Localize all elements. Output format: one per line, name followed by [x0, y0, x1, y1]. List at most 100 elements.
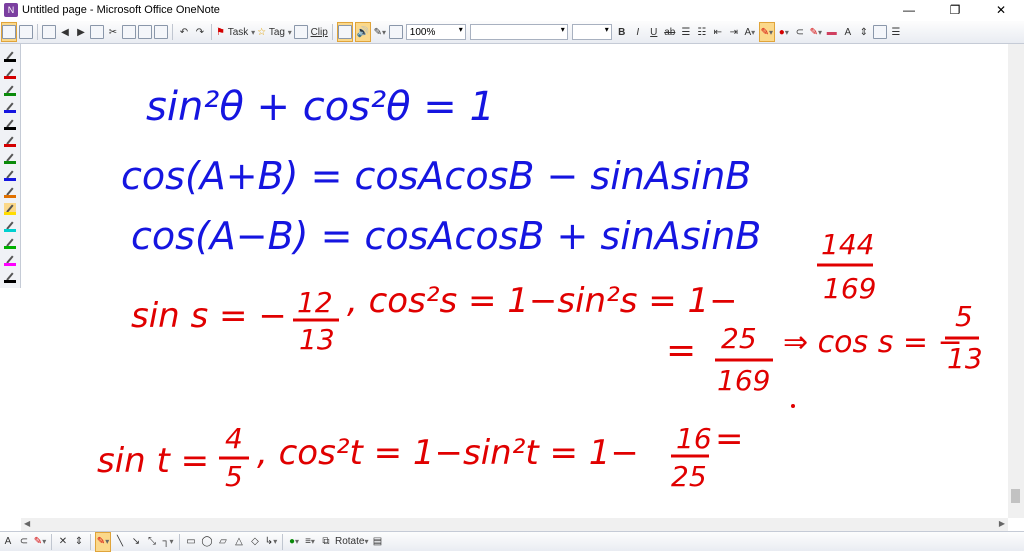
main-toolbar: ◀ ▶ ✂ ↶ ↷ ⚑ Task ▾ ☆ Tag ▾ Clip 🔊 ✎ ▾ 100… [0, 21, 1024, 44]
pen-swatch[interactable] [4, 271, 16, 283]
note-sin-s-numerator: 12 [297, 286, 333, 319]
zoom-select[interactable]: 100% ▾ [405, 24, 466, 40]
page-setup-button[interactable] [872, 23, 887, 41]
chevron-down-icon: ▾ [560, 25, 565, 34]
flag-icon: ⚑ [216, 26, 225, 38]
pen-swatch[interactable] [4, 84, 16, 96]
redo-button[interactable]: ↷ [193, 23, 207, 41]
indent-button[interactable]: ⇥ [727, 23, 741, 41]
clip-button[interactable]: Clip [293, 23, 328, 41]
scroll-left-icon[interactable]: ◀ [24, 519, 30, 528]
arrange-icon: ⧉ [322, 536, 330, 547]
eraser-button[interactable]: ▬ [825, 23, 839, 41]
double-arrow-button[interactable]: ⤡ [145, 533, 159, 551]
lasso-button[interactable]: ⊂ [17, 533, 31, 551]
strikethrough-button[interactable]: ab [663, 23, 677, 41]
bullets-button[interactable]: ☰ [679, 23, 693, 41]
text-icon: A [4, 536, 12, 547]
insert-space-button[interactable]: ⇕ [72, 533, 86, 551]
back-button[interactable] [19, 23, 33, 41]
horizontal-scrollbar[interactable]: ◀ ▶ [21, 518, 1008, 531]
pen-tool-button[interactable]: ✎ ▾ [373, 23, 387, 41]
vertical-scrollbar[interactable] [1008, 44, 1024, 518]
rotate-button[interactable]: Rotate ▾ [335, 533, 368, 551]
pen-swatch[interactable] [4, 169, 16, 181]
scroll-thumb[interactable] [1011, 489, 1020, 503]
ink-to-text-button[interactable]: A [841, 23, 855, 41]
pen-button[interactable]: ✎ ▾ [33, 533, 47, 551]
insert-space-button[interactable]: ⇕ [857, 23, 871, 41]
numbering-button[interactable]: ☷ [695, 23, 709, 41]
line-weight-button[interactable]: ≡ ▾ [303, 533, 317, 551]
audio-button[interactable]: 🔊 [354, 22, 371, 42]
font-color-button[interactable]: A ▾ [743, 23, 757, 41]
font-select[interactable]: ▾ [469, 24, 568, 40]
color-button[interactable]: ● ▾ [777, 23, 791, 41]
highlighter-button[interactable]: ✎ ▾ [758, 22, 775, 42]
pen-swatch[interactable] [4, 203, 16, 215]
minimize-button[interactable]: — [886, 0, 932, 20]
ellipse-button[interactable]: ◯ [200, 533, 214, 551]
note-cos-s: ⇒ cos s = − [783, 325, 963, 360]
rectangle-button[interactable]: ▭ [184, 533, 198, 551]
delete-button[interactable] [90, 23, 104, 41]
pen-swatch[interactable] [4, 118, 16, 130]
full-page-button[interactable] [336, 22, 353, 42]
pen-swatch[interactable] [4, 186, 16, 198]
arrow-button[interactable]: ↘ [129, 533, 143, 551]
arrange-button[interactable]: ⧉ [319, 533, 333, 551]
delete-shape-button[interactable]: ✕ [56, 533, 70, 551]
new-page-button[interactable] [42, 23, 56, 41]
pen-swatch[interactable] [4, 50, 16, 62]
note-4: 4 [225, 422, 243, 455]
print-button[interactable] [154, 23, 168, 41]
pen-swatch[interactable] [4, 254, 16, 266]
more-shapes-button[interactable]: ▤ [370, 533, 384, 551]
task-button[interactable]: ⚑ Task ▾ [216, 23, 255, 41]
paste-button[interactable] [138, 23, 152, 41]
copy-button[interactable] [122, 23, 136, 41]
note-169-b: 169 [717, 364, 770, 397]
italic-button[interactable]: I [631, 23, 645, 41]
line-icon: ╲ [116, 536, 124, 547]
pen-swatch[interactable] [4, 220, 16, 232]
list-view-button[interactable]: ☰ [889, 23, 903, 41]
toolbar-separator [211, 24, 212, 40]
line-button[interactable]: ╲ [113, 533, 127, 551]
diamond-button[interactable]: ◇ [248, 533, 262, 551]
triangle-button[interactable]: △ [232, 533, 246, 551]
highlighter-button[interactable]: ✎ ▾ [95, 531, 111, 552]
undo-button[interactable]: ↶ [177, 23, 191, 41]
pen-swatch[interactable] [4, 101, 16, 113]
tag-button[interactable]: ☆ Tag ▾ [257, 23, 292, 41]
page-view-button[interactable] [1, 22, 17, 42]
ink-to-text-button[interactable]: A [1, 533, 15, 551]
lasso-button[interactable]: ⊂ [793, 23, 807, 41]
pen-swatch[interactable] [4, 67, 16, 79]
connector-button[interactable]: ↳ ▾ [264, 533, 278, 551]
pen-swatch[interactable] [4, 135, 16, 147]
pen-swatch[interactable] [4, 152, 16, 164]
outdent-button[interactable]: ⇤ [711, 23, 725, 41]
nav-forward-button[interactable]: ▶ [74, 23, 88, 41]
pen-color-bar [4, 246, 16, 249]
parallelogram-button[interactable]: ▱ [216, 533, 230, 551]
pen-color-button[interactable]: ✎ ▾ [809, 23, 823, 41]
research-button[interactable] [388, 23, 403, 41]
pen-swatch[interactable] [4, 237, 16, 249]
axis-button[interactable]: ┐ ▾ [161, 533, 175, 551]
new-page-icon [42, 25, 56, 39]
close-button[interactable]: ✕ [978, 0, 1024, 20]
font-size-select[interactable]: ▾ [571, 24, 612, 40]
underline-button[interactable]: U [647, 23, 661, 41]
ellipse-icon: ◯ [201, 536, 213, 547]
note-cos2-s: , cos²s = 1−sin²s = 1− [347, 281, 738, 321]
pen-color-bar [4, 93, 16, 96]
nav-back-button[interactable]: ◀ [58, 23, 72, 41]
scroll-right-icon[interactable]: ▶ [999, 519, 1005, 528]
cut-button[interactable]: ✂ [106, 23, 120, 41]
chevron-down-icon: ▾ [768, 27, 773, 37]
bold-button[interactable]: B [615, 23, 629, 41]
fill-color-button[interactable]: ● ▾ [287, 533, 301, 551]
restore-button[interactable]: ❐ [932, 0, 978, 20]
